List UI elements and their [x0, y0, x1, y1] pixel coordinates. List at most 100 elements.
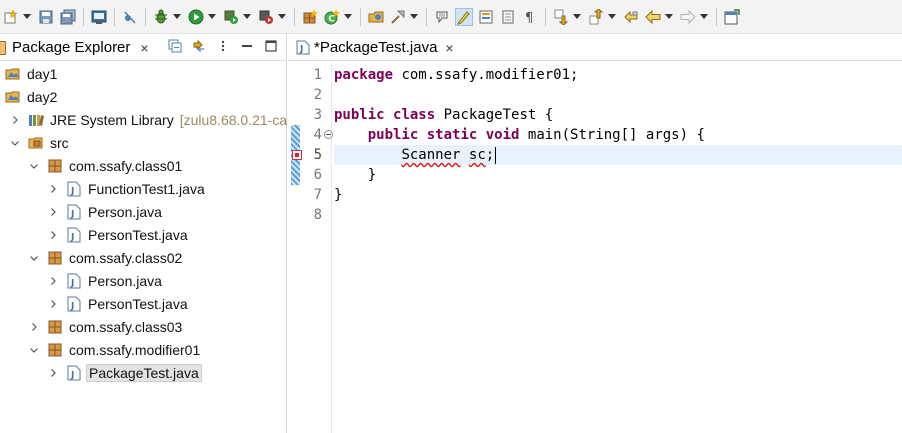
chevron-down-icon[interactable] [27, 159, 41, 173]
tree-item[interactable]: J FunctionTest1.java [0, 177, 286, 200]
code-line[interactable]: public class PackageTest { [334, 105, 902, 125]
tree-item[interactable]: com.ssafy.class02 [0, 246, 286, 269]
toolbar-separator [545, 7, 546, 26]
chevron-right-icon[interactable] [46, 182, 60, 196]
code-line[interactable]: } [334, 165, 902, 185]
back-icon[interactable] [645, 9, 661, 25]
tree-item[interactable]: J PersonTest.java [0, 223, 286, 246]
show-whitespace-icon[interactable]: ¶ [522, 9, 538, 25]
close-icon[interactable]: × [138, 40, 150, 56]
tree-item[interactable]: src [0, 131, 286, 154]
package-explorer-toolbar [168, 39, 278, 53]
external-tools-dropdown[interactable] [277, 9, 286, 25]
tree-item[interactable]: day2 [0, 85, 286, 108]
package-explorer-tab[interactable]: Package Explorer × [0, 34, 154, 61]
code-line[interactable]: } [334, 185, 902, 205]
open-type-icon[interactable] [368, 9, 384, 25]
editor-tab-packagetest[interactable]: J *PackageTest.java × [296, 34, 455, 61]
previous-annotation-dropdown[interactable] [607, 9, 616, 25]
code-token: main(String[] args) { [519, 127, 705, 143]
toolbar-separator [426, 7, 427, 26]
tree-item[interactable]: J PackageTest.java [0, 361, 286, 384]
collapse-all-icon[interactable] [168, 39, 182, 53]
new-wizard-dropdown[interactable] [22, 9, 31, 25]
forward-dropdown[interactable] [699, 9, 708, 25]
chevron-down-icon[interactable] [27, 343, 41, 357]
line-number: 2 [313, 87, 322, 103]
code-text-area[interactable]: package com.ssafy.modifier01; public clas… [334, 62, 902, 433]
code-token: ; [485, 147, 495, 163]
chevron-right-icon[interactable] [27, 320, 41, 334]
tree-item[interactable]: com.ssafy.modifier01 [0, 338, 286, 361]
previous-annotation-icon[interactable] [588, 8, 604, 25]
library-icon [28, 112, 44, 128]
chevron-right-icon[interactable] [46, 274, 60, 288]
fold-collapse-icon[interactable] [324, 130, 333, 139]
debug-dropdown[interactable] [172, 9, 181, 25]
next-annotation-icon[interactable] [553, 9, 569, 25]
maximize-icon[interactable] [264, 39, 278, 53]
search-dropdown[interactable] [409, 9, 418, 25]
text-caret [495, 146, 497, 164]
chevron-right-icon[interactable] [46, 366, 60, 380]
tree-item[interactable]: com.ssafy.class03 [0, 315, 286, 338]
save-icon[interactable] [38, 9, 54, 25]
code-line[interactable]: public static void main(String[] args) { [334, 125, 902, 145]
toggle-breadcrumb-icon[interactable] [478, 9, 494, 25]
new-java-class-icon[interactable]: C [324, 8, 340, 25]
chevron-right-icon[interactable] [8, 113, 22, 127]
skip-breakpoints-icon[interactable] [122, 9, 138, 25]
close-icon[interactable]: × [443, 40, 455, 56]
search-icon[interactable] [390, 9, 406, 25]
error-marker-icon[interactable] [292, 150, 302, 160]
console-icon[interactable] [91, 9, 107, 25]
link-with-editor-icon[interactable] [192, 39, 206, 53]
minimize-icon[interactable] [240, 39, 254, 53]
coverage-icon[interactable] [223, 9, 239, 25]
java-file-icon: J [66, 365, 82, 381]
save-all-icon[interactable] [60, 9, 76, 25]
tree-item[interactable]: J PersonTest.java [0, 292, 286, 315]
tree-item[interactable]: J Person.java [0, 200, 286, 223]
external-tools-icon[interactable] [258, 9, 274, 25]
code-line[interactable]: package com.ssafy.modifier01; [334, 65, 902, 85]
next-annotation-dropdown[interactable] [572, 9, 581, 25]
pin-editor-icon[interactable] [724, 8, 740, 25]
tree-item[interactable]: JRE System Library [zulu8.68.0.21-ca [0, 108, 287, 131]
debug-icon[interactable] [153, 9, 169, 25]
main-toolbar: C ¶ [0, 0, 902, 34]
chevron-right-icon[interactable] [46, 228, 60, 242]
tree-item[interactable]: J Person.java [0, 269, 286, 292]
toolbar-separator [294, 7, 295, 26]
last-edit-location-icon[interactable] [623, 9, 639, 25]
run-icon[interactable] [188, 9, 204, 25]
toggle-block-selection-icon[interactable] [500, 9, 516, 25]
chevron-right-icon[interactable] [46, 205, 60, 219]
tree-item-label: Person.java [88, 203, 162, 220]
back-dropdown[interactable] [664, 9, 673, 25]
code-token: } [334, 187, 343, 203]
vertical-ruler[interactable] [288, 62, 302, 433]
chevron-down-icon[interactable] [8, 136, 22, 150]
new-java-class-dropdown[interactable] [343, 9, 352, 25]
code-line[interactable] [334, 85, 902, 105]
tree-item[interactable]: day1 [0, 62, 286, 85]
chevron-down-icon[interactable] [27, 251, 41, 265]
view-menu-icon[interactable] [216, 39, 230, 53]
tree-item[interactable]: com.ssafy.class01 [0, 154, 286, 177]
new-java-package-icon[interactable] [302, 8, 318, 25]
toggle-mark-occurrences-icon[interactable] [434, 9, 450, 25]
chevron-right-icon[interactable] [46, 297, 60, 311]
forward-icon[interactable] [680, 9, 696, 25]
coverage-dropdown[interactable] [242, 9, 251, 25]
java-file-icon: J [296, 40, 310, 55]
toggle-highlight-icon[interactable] [455, 7, 473, 26]
code-line[interactable] [334, 205, 902, 225]
run-dropdown[interactable] [207, 9, 216, 25]
code-line[interactable]: Scanner sc; [334, 145, 902, 165]
new-wizard-icon[interactable] [3, 8, 19, 25]
